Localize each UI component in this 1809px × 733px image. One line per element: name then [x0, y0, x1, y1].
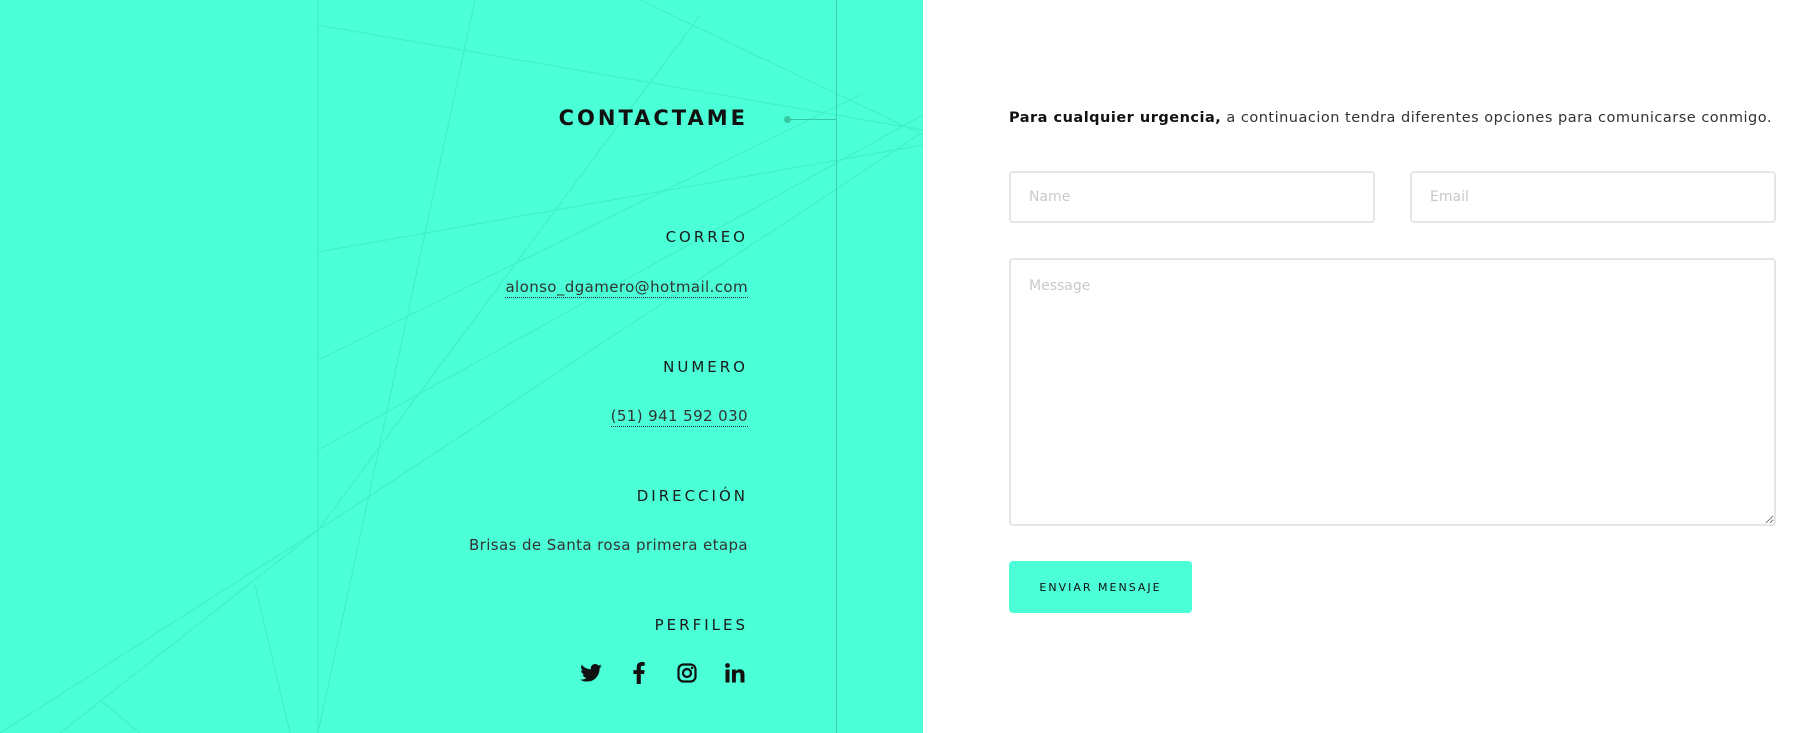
- phone-label: NUMERO: [663, 358, 748, 376]
- email-input[interactable]: [1410, 171, 1776, 223]
- contact-form-panel: Para cualquier urgencia, a continuacion …: [1009, 0, 1779, 733]
- phone-link[interactable]: (51) 941 592 030: [610, 407, 748, 427]
- twitter-icon[interactable]: [578, 660, 604, 686]
- profiles-label: PERFILES: [654, 616, 748, 634]
- email-link[interactable]: alonso_dgamero@hotmail.com: [505, 278, 748, 298]
- email-section: CORREO: [666, 228, 748, 246]
- decorative-background-lines: [0, 0, 923, 733]
- message-textarea[interactable]: [1009, 258, 1776, 526]
- title-connector-line: [788, 119, 836, 120]
- title-connector-dot: [784, 116, 791, 123]
- profiles-section: PERFILES: [655, 616, 748, 634]
- address-value: Brisas de Santa rosa primera etapa: [468, 536, 748, 554]
- address-section: DIRECCIÓN: [637, 487, 748, 505]
- contact-panel: CONTACTAME CORREO alonso_dgamero@hotmail…: [0, 0, 923, 733]
- address-label: DIRECCIÓN: [636, 487, 748, 505]
- linkedin-icon[interactable]: [722, 660, 748, 686]
- intro-rest: a continuacion tendra diferentes opcione…: [1221, 110, 1772, 126]
- address-value-wrap: Brisas de Santa rosa primera etapa: [469, 535, 748, 554]
- name-input[interactable]: [1009, 171, 1375, 223]
- intro-bold: Para cualquier urgencia,: [1009, 110, 1222, 126]
- email-label: CORREO: [665, 228, 748, 246]
- phone-value-wrap: (51) 941 592 030: [610, 406, 748, 427]
- send-message-button[interactable]: ENVIAR MENSAJE: [1009, 561, 1192, 613]
- page-title: CONTACTAME: [558, 106, 748, 130]
- instagram-icon[interactable]: [674, 660, 700, 686]
- intro-text: Para cualquier urgencia, a continuacion …: [1009, 110, 1772, 126]
- email-value-wrap: alonso_dgamero@hotmail.com: [505, 277, 748, 298]
- social-links: [578, 660, 748, 686]
- vertical-divider-line: [836, 0, 837, 733]
- phone-section: NUMERO: [663, 358, 748, 376]
- facebook-icon[interactable]: [626, 660, 652, 686]
